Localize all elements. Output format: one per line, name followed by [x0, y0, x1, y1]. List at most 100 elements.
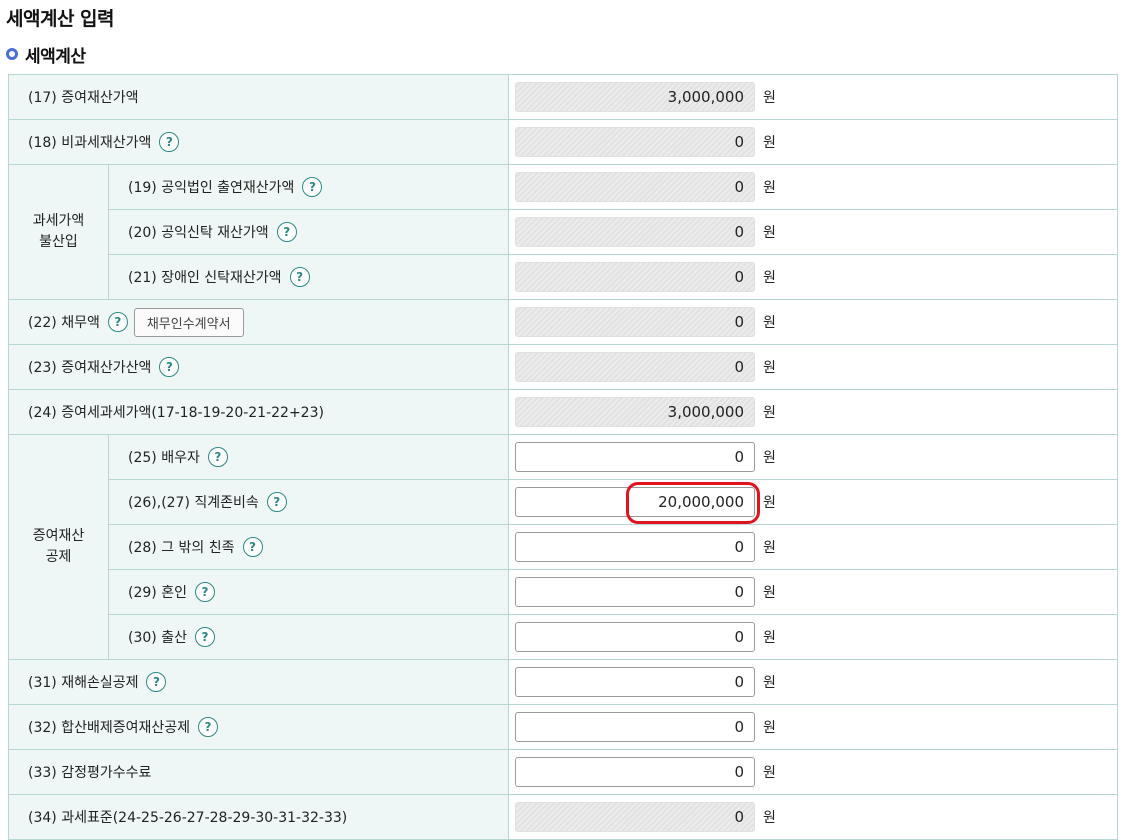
unit-label: 원 — [763, 405, 776, 421]
amount-input[interactable] — [515, 622, 755, 652]
row-value-cell: 0원 — [508, 164, 1118, 210]
help-icon[interactable]: ? — [159, 357, 180, 377]
readonly-amount-field: 3,000,000 — [515, 82, 755, 112]
table-row: (24) 증여세과세가액(17-18-19-20-21-22+23) 3,000,… — [8, 389, 1118, 435]
unit-label: 원 — [763, 495, 776, 511]
readonly-amount-field: 0 — [515, 217, 755, 247]
table-row: (17) 증여재산가액 3,000,000 원 — [8, 74, 1118, 120]
table-row: (33) 감정평가수수료 원 — [8, 749, 1118, 795]
row-value-cell: 원 — [508, 434, 1118, 480]
row-label-cell: (22) 채무액? 채무인수계약서 — [8, 299, 509, 345]
help-icon[interactable]: ? — [107, 312, 128, 332]
row-label-cell: (19) 공익법인 출연재산가액? — [108, 164, 509, 210]
row-label-cell: (30) 출산? — [108, 614, 509, 660]
table-row: (31) 재해손실공제? 원 — [8, 659, 1118, 705]
unit-label: 원 — [763, 540, 776, 556]
amount-input[interactable] — [515, 487, 755, 517]
row-label-cell: (17) 증여재산가액 — [8, 74, 509, 120]
row-label-cell: (32) 합산배제증여재산공제? — [8, 704, 509, 750]
debt-contract-button[interactable]: 채무인수계약서 — [133, 307, 244, 337]
row-label: (20) 공익신탁 재산가액 — [128, 225, 269, 241]
page-title: 세액계산 입력 — [6, 8, 115, 30]
unit-label: 원 — [763, 315, 776, 331]
row-value-cell: 원 — [508, 479, 1118, 525]
row-value-cell: 원 — [508, 614, 1118, 660]
unit-label: 원 — [763, 630, 776, 646]
table-row: (34) 과세표준(24-25-26-27-28-29-30-31-32-33)… — [8, 794, 1118, 840]
amount-input[interactable] — [515, 442, 755, 472]
help-icon[interactable]: ? — [266, 492, 287, 512]
table-row: (23) 증여재산가산액? 0 원 — [8, 344, 1118, 390]
amount-input[interactable] — [515, 667, 755, 697]
group-label-text: 증여재산 공제 — [32, 528, 85, 565]
unit-label: 원 — [763, 720, 776, 736]
table-row: (32) 합산배제증여재산공제? 원 — [8, 704, 1118, 750]
row-value-cell: 3,000,000 원 — [508, 74, 1118, 120]
help-icon[interactable]: ? — [302, 177, 323, 197]
help-icon[interactable]: ? — [198, 717, 218, 737]
row-label-cell: (24) 증여세과세가액(17-18-19-20-21-22+23) — [8, 389, 509, 435]
row-label-cell: (20) 공익신탁 재산가액? — [108, 209, 509, 255]
unit-label: 원 — [763, 225, 776, 241]
unit-label: 원 — [763, 270, 776, 286]
row-label: (24) 증여세과세가액(17-18-19-20-21-22+23) — [28, 405, 324, 421]
table-row: (28) 그 밖의 친족? 원 — [9, 524, 1118, 570]
row-label: (19) 공익법인 출연재산가액 — [128, 180, 295, 196]
help-icon[interactable]: ? — [159, 132, 180, 152]
readonly-amount-field: 0 — [515, 802, 755, 832]
table-row: (22) 채무액? 채무인수계약서 0 원 — [8, 299, 1118, 345]
help-icon[interactable]: ? — [207, 447, 228, 467]
row-label-cell: (31) 재해손실공제? — [8, 659, 509, 705]
row-label: (26),(27) 직계존비속 — [128, 495, 259, 511]
readonly-amount-field: 3,000,000 — [515, 397, 755, 427]
amount-input[interactable] — [515, 757, 755, 787]
row-value-cell: 원 — [508, 524, 1118, 570]
row-label-cell: (21) 장애인 신탁재산가액? — [108, 254, 509, 300]
row-label: (34) 과세표준(24-25-26-27-28-29-30-31-32-33) — [28, 810, 348, 826]
row-label: (25) 배우자 — [128, 450, 200, 466]
row-value-cell: 원 — [508, 749, 1118, 795]
amount-input[interactable] — [515, 712, 755, 742]
row-label: (32) 합산배제증여재산공제 — [28, 720, 190, 736]
row-value-cell: 0원 — [508, 794, 1118, 840]
row-label-cell: (18) 비과세재산가액? — [8, 119, 509, 165]
table-row: (20) 공익신탁 재산가액? 0 원 — [9, 209, 1118, 255]
unit-label: 원 — [763, 90, 776, 106]
row-label: (30) 출산 — [128, 630, 187, 646]
row-label-cell: (28) 그 밖의 친족? — [108, 524, 509, 570]
help-icon[interactable]: ? — [242, 537, 263, 557]
row-value-cell: 원 — [508, 659, 1118, 705]
unit-label: 원 — [763, 810, 776, 826]
unit-label: 원 — [763, 585, 776, 601]
group-label-text: 과세가액 불산입 — [32, 213, 85, 250]
row-label: (28) 그 밖의 친족 — [128, 540, 235, 556]
row-label: (17) 증여재산가액 — [28, 90, 139, 106]
help-icon[interactable]: ? — [276, 222, 297, 242]
help-icon[interactable]: ? — [194, 582, 215, 602]
help-icon[interactable]: ? — [146, 672, 167, 692]
help-icon[interactable]: ? — [194, 627, 215, 647]
amount-input[interactable] — [515, 532, 755, 562]
row-label-cell: (25) 배우자? — [108, 434, 509, 480]
readonly-amount-field: 0 — [515, 127, 755, 157]
row-label: (22) 채무액 — [28, 315, 100, 331]
unit-label: 원 — [763, 180, 776, 196]
row-value-cell: 원 — [508, 704, 1118, 750]
table-row: (29) 혼인? 원 — [9, 569, 1118, 615]
row-label-cell: (33) 감정평가수수료 — [8, 749, 509, 795]
group-label-deduction: 증여재산 공제 — [8, 434, 109, 660]
unit-label: 원 — [763, 360, 776, 376]
row-label: (29) 혼인 — [128, 585, 187, 601]
amount-input[interactable] — [515, 577, 755, 607]
table-row: 과세가액 불산입 (19) 공익법인 출연재산가액? 0 원 — [8, 164, 1118, 300]
tax-calculation-table: (17) 증여재산가액 3,000,000 원 (18) 비과세재산가액? 0 원 과세가액… — [8, 74, 1118, 840]
row-label: (23) 증여재산가산액 — [28, 360, 152, 376]
unit-label: 원 — [763, 135, 776, 151]
row-value-cell: 0원 — [508, 209, 1118, 255]
row-label: (21) 장애인 신탁재산가액 — [128, 270, 282, 286]
row-value-cell: 0원 — [508, 344, 1118, 390]
row-label: (33) 감정평가수수료 — [28, 765, 152, 781]
readonly-amount-field: 0 — [515, 352, 755, 382]
help-icon[interactable]: ? — [289, 267, 310, 287]
row-value-cell: 0원 — [508, 119, 1118, 165]
